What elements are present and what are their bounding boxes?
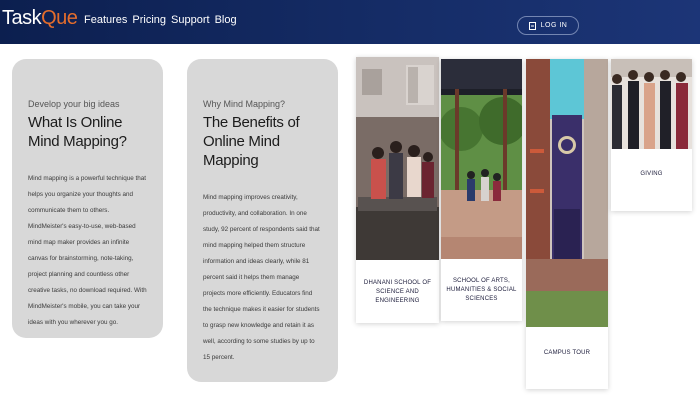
- card-title: What Is Online Mind Mapping?: [28, 114, 127, 150]
- gallery-card-campus-tour[interactable]: Campus Tour: [526, 59, 608, 389]
- gallery-caption: Dhanani School of Science and Engineerin…: [363, 280, 432, 304]
- campus-photo: [526, 59, 608, 327]
- login-label: LOG IN: [540, 22, 568, 29]
- lab-photo: [356, 57, 439, 260]
- nav-link-pricing[interactable]: Pricing: [132, 14, 166, 26]
- info-card-benefits: Why Mind Mapping? The Benefits of Online…: [187, 59, 338, 382]
- card-title: The Benefits of Online Mind Mapping: [203, 114, 300, 169]
- logo-accent: Que: [41, 7, 78, 29]
- login-icon: [528, 21, 536, 30]
- info-card-online-mind-mapping: Develop your big ideas What Is Online Mi…: [12, 59, 163, 338]
- nav-link-features[interactable]: Features: [84, 14, 127, 26]
- nav-link-blog[interactable]: Blog: [215, 14, 237, 26]
- gallery-card-giving[interactable]: Giving: [611, 59, 692, 211]
- logo-prefix: Task: [2, 7, 42, 29]
- top-navbar: TaskQue Features Pricing Support Blog LO…: [0, 0, 700, 44]
- card-body: Mind mapping improves creativity, produc…: [203, 194, 320, 361]
- gallery-caption: School of Arts, Humanities & Social Scie…: [446, 278, 517, 302]
- nav-links: Features Pricing Support Blog: [84, 14, 237, 26]
- gallery-caption: Campus Tour: [543, 350, 591, 356]
- gallery-card-science-engineering[interactable]: Dhanani School of Science and Engineerin…: [356, 57, 439, 323]
- courtyard-photo: [441, 59, 522, 259]
- gallery-card-arts-humanities[interactable]: School of Arts, Humanities & Social Scie…: [441, 59, 522, 321]
- gallery-caption: Giving: [640, 171, 663, 177]
- nav-link-support[interactable]: Support: [171, 14, 210, 26]
- card-eyebrow: Why Mind Mapping?: [203, 99, 286, 109]
- card-eyebrow: Develop your big ideas: [28, 99, 120, 109]
- logo[interactable]: TaskQue: [2, 7, 78, 30]
- group-photo: [611, 59, 692, 149]
- login-button[interactable]: LOG IN: [517, 16, 579, 35]
- card-body: Mind mapping is a powerful technique tha…: [28, 175, 147, 326]
